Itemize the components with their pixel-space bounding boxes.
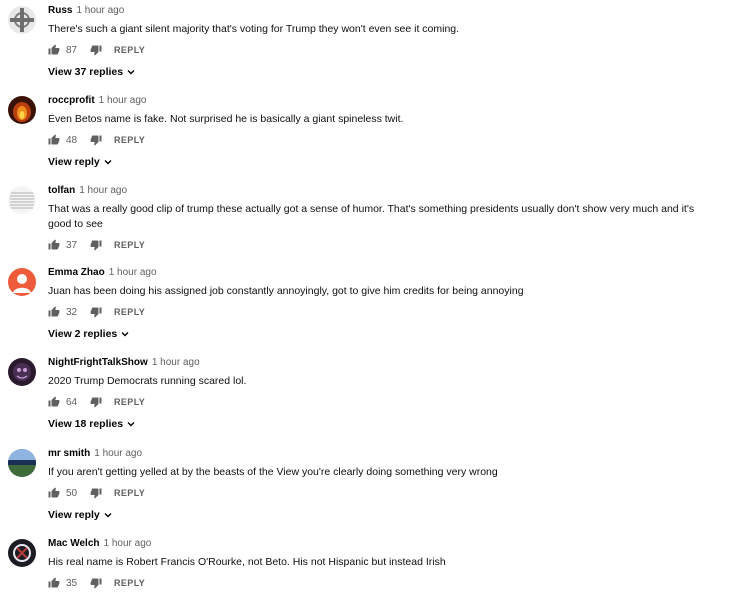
avatar[interactable] bbox=[8, 96, 36, 124]
reply-button[interactable]: REPLY bbox=[114, 135, 145, 145]
avatar[interactable] bbox=[8, 539, 36, 567]
thumbs-down-icon[interactable] bbox=[90, 44, 102, 56]
comment-text: Even Betos name is fake. Not surprised h… bbox=[48, 113, 404, 125]
comments-section: Russ 1 hour ago There's such a giant sile… bbox=[0, 0, 736, 596]
thumbs-down-icon[interactable] bbox=[90, 577, 102, 589]
avatar[interactable] bbox=[8, 186, 36, 214]
thumbs-down-icon[interactable] bbox=[90, 306, 102, 318]
comment-text: Juan has been doing his assigned job con… bbox=[48, 285, 524, 297]
avatar[interactable] bbox=[8, 6, 36, 34]
thumbs-up-icon[interactable] bbox=[48, 306, 60, 318]
comment-timestamp[interactable]: 1 hour ago bbox=[109, 267, 157, 278]
comment-author[interactable]: Mac Welch bbox=[48, 538, 100, 549]
comment-timestamp[interactable]: 1 hour ago bbox=[99, 95, 147, 106]
comment-text: That was a really good clip of trump the… bbox=[48, 203, 695, 230]
like-count: 48 bbox=[66, 134, 78, 146]
comment-timestamp[interactable]: 1 hour ago bbox=[79, 185, 127, 196]
comment-timestamp[interactable]: 1 hour ago bbox=[152, 357, 200, 368]
avatar[interactable] bbox=[8, 358, 36, 386]
like-count: 37 bbox=[66, 239, 78, 251]
view-replies-button[interactable]: View 18 replies bbox=[48, 418, 136, 430]
like-count: 32 bbox=[66, 306, 78, 318]
like-count: 87 bbox=[66, 44, 78, 56]
chevron-down-icon bbox=[104, 160, 112, 165]
view-replies-label: View 2 replies bbox=[48, 328, 118, 340]
fire-avatar-icon bbox=[8, 96, 36, 124]
reply-button[interactable]: REPLY bbox=[114, 578, 145, 588]
like-count: 64 bbox=[66, 396, 78, 408]
reply-button[interactable]: REPLY bbox=[114, 488, 145, 498]
comment-text: There's such a giant silent majority tha… bbox=[48, 23, 460, 35]
view-replies-button[interactable]: View reply bbox=[48, 156, 113, 168]
comment-author[interactable]: mr smith bbox=[48, 448, 90, 459]
comment-author[interactable]: Emma Zhao bbox=[48, 267, 105, 278]
comment-author[interactable]: NightFrightTalkShow bbox=[48, 357, 148, 368]
like-count: 50 bbox=[66, 487, 78, 499]
dark-logo-avatar-icon bbox=[8, 539, 36, 567]
view-replies-label: View reply bbox=[48, 509, 100, 521]
reply-button[interactable]: REPLY bbox=[114, 307, 145, 317]
comment-timestamp[interactable]: 1 hour ago bbox=[76, 5, 124, 16]
text-pattern-avatar-icon bbox=[8, 186, 36, 214]
comment-text: If you aren't getting yelled at by the b… bbox=[48, 466, 498, 478]
view-replies-label: View 18 replies bbox=[48, 418, 124, 430]
avatar[interactable] bbox=[8, 449, 36, 477]
celtic-cross-icon bbox=[8, 6, 36, 34]
thumbs-up-icon[interactable] bbox=[48, 396, 60, 408]
avatar[interactable] bbox=[8, 268, 36, 296]
view-replies-label: View 37 replies bbox=[48, 66, 124, 78]
dark-avatar-icon bbox=[8, 358, 36, 386]
stadium-avatar-icon bbox=[8, 449, 36, 477]
view-replies-button[interactable]: View 2 replies bbox=[48, 328, 130, 340]
thumbs-down-icon[interactable] bbox=[90, 487, 102, 499]
comment-text: 2020 Trump Democrats running scared lol. bbox=[48, 375, 247, 387]
thumbs-up-icon[interactable] bbox=[48, 239, 60, 251]
reply-button[interactable]: REPLY bbox=[114, 45, 145, 55]
chevron-down-icon bbox=[127, 70, 135, 75]
thumbs-down-icon[interactable] bbox=[90, 134, 102, 146]
reply-button[interactable]: REPLY bbox=[114, 240, 145, 250]
default-person-avatar-icon bbox=[8, 268, 36, 296]
chevron-down-icon bbox=[121, 332, 129, 337]
view-replies-label: View reply bbox=[48, 156, 100, 168]
view-replies-button[interactable]: View 37 replies bbox=[48, 66, 136, 78]
thumbs-up-icon[interactable] bbox=[48, 44, 60, 56]
comment-timestamp[interactable]: 1 hour ago bbox=[94, 448, 142, 459]
thumbs-up-icon[interactable] bbox=[48, 134, 60, 146]
comment-text: His real name is Robert Francis O'Rourke… bbox=[48, 556, 446, 568]
thumbs-up-icon[interactable] bbox=[48, 577, 60, 589]
like-count: 35 bbox=[66, 577, 78, 589]
reply-button[interactable]: REPLY bbox=[114, 397, 145, 407]
comment-author[interactable]: Russ bbox=[48, 5, 72, 16]
comment-timestamp[interactable]: 1 hour ago bbox=[104, 538, 152, 549]
chevron-down-icon bbox=[104, 513, 112, 518]
thumbs-down-icon[interactable] bbox=[90, 239, 102, 251]
thumbs-down-icon[interactable] bbox=[90, 396, 102, 408]
view-replies-button[interactable]: View reply bbox=[48, 509, 113, 521]
thumbs-up-icon[interactable] bbox=[48, 487, 60, 499]
chevron-down-icon bbox=[127, 422, 135, 427]
comment-author[interactable]: roccprofit bbox=[48, 95, 95, 106]
comment-author[interactable]: tolfan bbox=[48, 185, 75, 196]
